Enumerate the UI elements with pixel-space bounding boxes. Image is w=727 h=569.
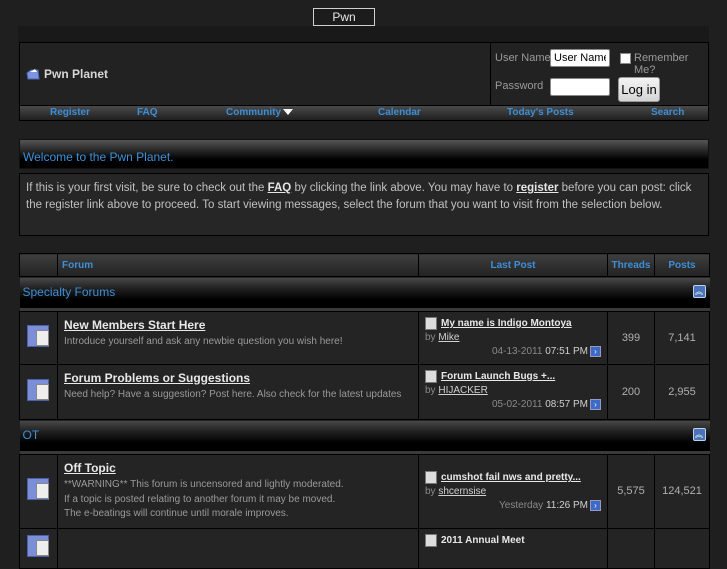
last-post-user[interactable]: shcernsise — [438, 486, 486, 497]
nav-faq[interactable]: FAQ — [137, 107, 158, 118]
login-button[interactable]: Log in — [618, 77, 660, 102]
go-to-last-post-icon[interactable]: › — [590, 500, 601, 512]
welcome-text: If this is your first visit, be sure to … — [26, 182, 268, 194]
last-post-date: 04-13-2011 — [491, 346, 543, 358]
last-post-date: 05-02-2011 — [491, 399, 543, 411]
last-post-title[interactable]: 2011 Annual Meet — [441, 535, 525, 546]
header-last-post[interactable]: Last Post — [418, 253, 608, 277]
chevron-down-icon — [283, 109, 293, 116]
last-post: My name is Indigo Montoya by Mike 04-13-… — [418, 311, 608, 365]
last-post-user[interactable]: Mike — [438, 332, 459, 343]
post-count: 7,141 — [654, 311, 710, 365]
nav-search[interactable]: Search — [651, 107, 684, 118]
forum-title[interactable]: Forum Problems or Suggestions — [64, 371, 412, 385]
remember-me-checkbox[interactable] — [620, 53, 631, 64]
header: Pwn Planet User Name Remember Me? Passwo… — [19, 42, 709, 106]
forum-row: Forum Problems or Suggestions Need help?… — [19, 364, 710, 420]
forum-description: Need help? Have a suggestion? Post here.… — [64, 389, 402, 400]
welcome-title: Welcome to the Pwn Planet. — [23, 150, 174, 164]
nav-register[interactable]: Register — [50, 107, 90, 118]
thread-icon — [425, 370, 437, 383]
register-link[interactable]: register — [516, 182, 558, 194]
last-post-date: Yesterday — [499, 500, 544, 512]
last-post-title[interactable]: cumshot fail nws and pretty... — [441, 472, 581, 483]
collapse-icon[interactable]: ︽ — [692, 428, 706, 441]
post-count: 2,955 — [654, 364, 710, 420]
username-label: User Name — [495, 52, 551, 64]
last-post-title[interactable]: My name is Indigo Montoya — [441, 318, 572, 329]
welcome-message: If this is your first visit, be sure to … — [19, 173, 709, 236]
nav-calendar[interactable]: Calendar — [378, 107, 421, 118]
top-strip — [18, 26, 709, 42]
header-threads[interactable]: Threads — [607, 253, 655, 277]
forum-folder-icon — [26, 323, 52, 349]
by-label: by — [425, 385, 436, 396]
password-input[interactable] — [550, 78, 610, 96]
forum-row: Off Topic **WARNING** This forum is unce… — [19, 454, 710, 529]
password-label: Password — [495, 80, 544, 92]
forum-folder-icon — [26, 533, 52, 559]
last-post-user[interactable]: HIJACKER — [438, 385, 487, 396]
thread-count: 5,575 — [607, 454, 655, 529]
post-count: 124,521 — [654, 454, 710, 529]
last-post-time: 07:51 PM — [545, 346, 588, 358]
forum-description: If a topic is posted relating to another… — [64, 493, 336, 505]
thread-icon — [425, 317, 437, 330]
category-row: Specialty Forums ︽ — [19, 276, 710, 308]
header-icon-col — [19, 253, 58, 277]
collapse-icon[interactable]: ︽ — [692, 285, 706, 298]
login-form: User Name Remember Me? Password Log in — [490, 43, 708, 105]
category-row: OT ︽ — [19, 419, 710, 451]
last-post: cumshot fail nws and pretty... by shcern… — [418, 454, 608, 529]
by-label: by — [425, 332, 436, 343]
forum-title[interactable]: Off Topic — [64, 461, 412, 475]
thread-count: 200 — [607, 364, 655, 420]
last-post-time: 08:57 PM — [545, 399, 588, 411]
remember-me-label: Remember Me? — [634, 52, 689, 76]
go-to-last-post-icon[interactable]: › — [590, 399, 601, 410]
username-input[interactable] — [550, 49, 610, 67]
logo-text: Pwn Planet — [44, 67, 109, 81]
by-label: by — [425, 486, 436, 498]
last-post-title[interactable]: Forum Launch Bugs +... — [441, 371, 555, 382]
nav-community-label: Community — [226, 107, 281, 118]
forum-row: 2011 Annual Meet — [19, 527, 710, 569]
thread-count — [607, 527, 655, 569]
nav-todays-posts[interactable]: Today's Posts — [507, 107, 574, 118]
header-forum[interactable]: Forum — [57, 253, 419, 277]
last-post: Forum Launch Bugs +... by HIJACKER 05-02… — [418, 364, 608, 420]
forum-row: New Members Start Here Introduce yoursel… — [19, 311, 710, 365]
logo[interactable]: Pwn Planet — [26, 67, 108, 81]
forum-table: Forum Last Post Threads Posts Specialty … — [19, 253, 710, 569]
forum-title[interactable]: New Members Start Here — [64, 318, 412, 332]
post-count — [654, 527, 710, 569]
welcome-text: by clicking the link above. You may have… — [291, 182, 517, 194]
last-post: 2011 Annual Meet — [418, 527, 608, 569]
welcome-header: Welcome to the Pwn Planet. — [19, 139, 709, 169]
category-title[interactable]: OT — [23, 428, 40, 442]
home-icon — [26, 68, 40, 79]
thread-icon — [425, 471, 437, 485]
faq-link[interactable]: FAQ — [268, 182, 292, 194]
header-posts[interactable]: Posts — [654, 253, 710, 277]
navbar: Register FAQ Community Calendar Today's … — [19, 105, 709, 121]
forum-folder-icon — [26, 377, 52, 403]
last-post-time: 11:26 PM — [545, 500, 588, 512]
forum-folder-icon — [26, 476, 52, 502]
forum-description: **WARNING** This forum is uncensored and… — [64, 479, 344, 490]
thread-count: 399 — [607, 311, 655, 365]
site-title[interactable]: Pwn Planet — [313, 8, 375, 40]
category-title[interactable]: Specialty Forums — [23, 285, 116, 299]
nav-community[interactable]: Community — [226, 107, 293, 118]
table-header: Forum Last Post Threads Posts — [19, 253, 710, 277]
forum-description: The e-beatings will continue until moral… — [64, 508, 289, 519]
go-to-last-post-icon[interactable]: › — [590, 346, 601, 357]
forum-description: Introduce yourself and ask any newbie qu… — [64, 336, 343, 347]
